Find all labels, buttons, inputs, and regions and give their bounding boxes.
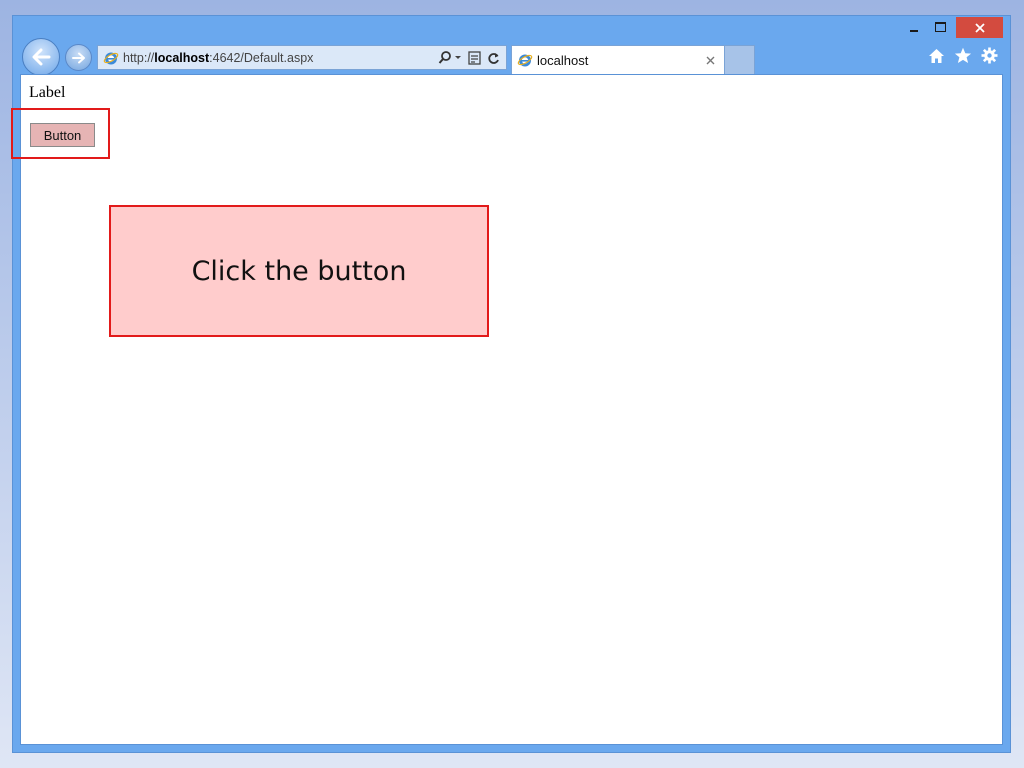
ie-logo-icon [517, 54, 533, 67]
home-icon[interactable] [928, 48, 945, 64]
maximize-button[interactable] [927, 17, 953, 37]
refresh-icon[interactable] [487, 51, 500, 65]
minimize-button[interactable] [901, 17, 927, 37]
address-tools [438, 50, 506, 65]
tab-title: localhost [537, 52, 589, 68]
url-prefix: http:// [123, 50, 155, 65]
tab-localhost[interactable]: localhost [511, 45, 725, 74]
page-label: Label [29, 84, 66, 101]
minimize-icon [910, 29, 918, 32]
url-host: localhost [154, 50, 210, 65]
new-tab-button[interactable] [724, 45, 755, 74]
compatibility-view-icon[interactable] [468, 50, 481, 65]
close-icon[interactable] [706, 56, 715, 65]
url-path: :4642/Default.aspx [209, 50, 314, 65]
toolbar-icons [928, 47, 998, 64]
page-content: Label Button [20, 74, 1003, 745]
star-icon[interactable] [954, 47, 972, 64]
search-icon[interactable] [438, 50, 462, 65]
gear-icon[interactable] [981, 47, 998, 64]
instruction-callout: Click the button [109, 205, 489, 337]
ie-logo-icon [103, 52, 119, 64]
url-text[interactable]: http://localhost:4642/Default.aspx [123, 51, 313, 65]
forward-arrow-icon [71, 52, 85, 63]
close-icon [974, 22, 985, 33]
close-window-button[interactable] [956, 17, 1003, 38]
window-controls [901, 17, 1003, 38]
maximize-icon [934, 22, 946, 32]
back-button[interactable] [22, 38, 60, 76]
back-arrow-icon [32, 48, 51, 66]
browser-window: http://localhost:4642/Default.aspx local… [12, 15, 1011, 753]
address-bar[interactable]: http://localhost:4642/Default.aspx [97, 45, 507, 70]
page-button[interactable]: Button [30, 123, 95, 147]
forward-button[interactable] [65, 44, 92, 71]
